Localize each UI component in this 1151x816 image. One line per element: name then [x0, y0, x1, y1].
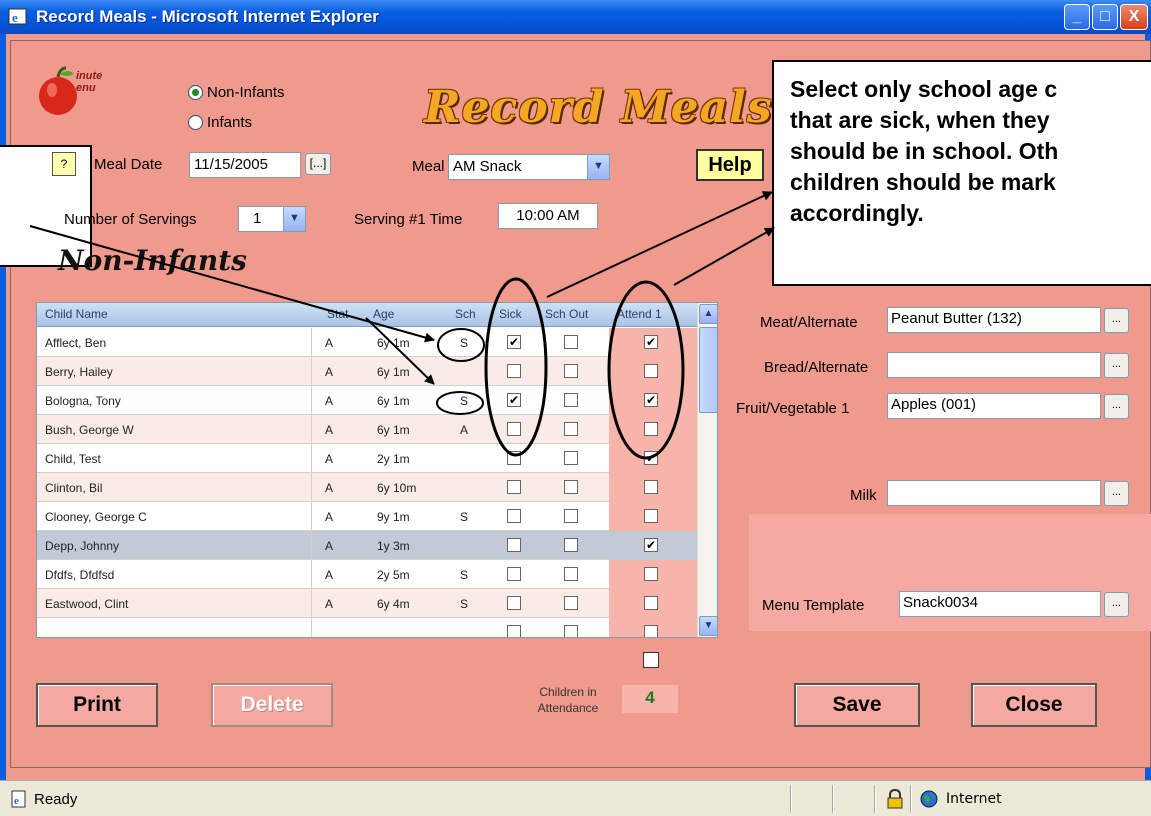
annotation-arrows — [29, 191, 775, 385]
annotation-arrow — [673, 227, 775, 286]
annotation-ellipses — [436, 277, 685, 460]
annotation-ellipse-sch-row3 — [436, 391, 484, 415]
annotation-arrow — [365, 317, 435, 385]
annotation-arrow — [29, 225, 435, 343]
annotation-overlay — [29, 191, 775, 460]
annotation-ellipse-sch-row1 — [437, 328, 485, 362]
annotation-ellipse-sick — [484, 277, 548, 457]
annotation-ellipse-attend — [607, 280, 685, 460]
annotation-arrow — [546, 191, 773, 298]
